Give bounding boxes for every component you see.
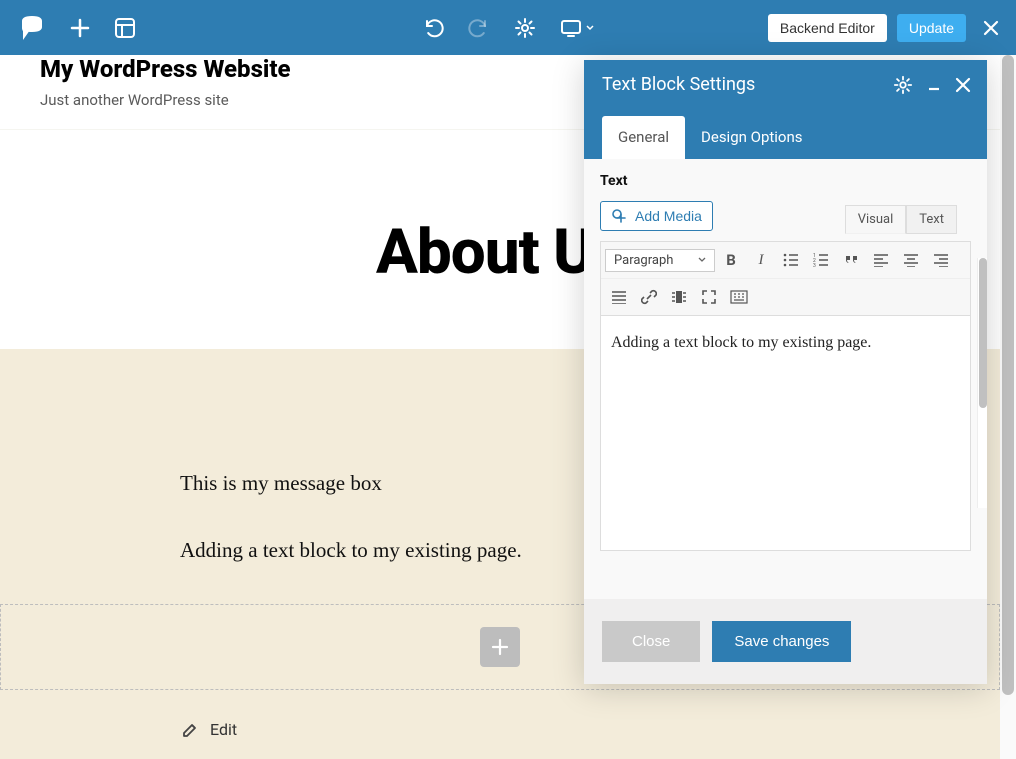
italic-icon[interactable]: I: [747, 246, 775, 274]
editor-textarea[interactable]: Adding a text block to my existing page.: [600, 316, 971, 551]
media-icon: [611, 208, 627, 224]
layout-template-icon[interactable]: [114, 17, 136, 39]
minimize-icon[interactable]: [927, 78, 941, 92]
bullet-list-icon[interactable]: [777, 246, 805, 274]
edit-icon[interactable]: [180, 720, 200, 740]
top-bar-left: [18, 15, 136, 41]
close-editor-icon[interactable]: [982, 19, 1000, 37]
settings-header[interactable]: Text Block Settings: [584, 60, 987, 109]
svg-text:3: 3: [813, 263, 816, 267]
settings-footer: Close Save changes: [584, 599, 987, 684]
top-bar-center: [422, 17, 594, 39]
chevron-down-icon: [698, 257, 706, 263]
panel-scrollbar[interactable]: [977, 258, 987, 508]
text-field-label: Text: [600, 173, 971, 189]
redo-icon: [468, 17, 490, 39]
align-left-icon[interactable]: [867, 246, 895, 274]
undo-icon[interactable]: [422, 17, 444, 39]
close-button[interactable]: Close: [602, 621, 700, 662]
logo-speech-icon[interactable]: [18, 15, 46, 41]
page-scrollbar[interactable]: [1000, 55, 1016, 759]
site-tagline: Just another WordPress site: [40, 91, 291, 109]
paragraph-format-select[interactable]: Paragraph: [605, 249, 715, 272]
settings-tabs: General Design Options: [584, 109, 987, 159]
edit-label[interactable]: Edit: [210, 720, 237, 739]
editor-mode-tabs: Visual Text: [845, 205, 957, 234]
gear-icon[interactable]: [514, 17, 536, 39]
editor-tab-visual[interactable]: Visual: [845, 205, 907, 234]
editor-toolbar: Paragraph B I 123: [600, 241, 971, 316]
top-bar: Backend Editor Update: [0, 0, 1016, 55]
fullscreen-icon[interactable]: [695, 283, 723, 311]
insert-image-icon[interactable]: [665, 283, 693, 311]
editor-tab-text[interactable]: Text: [906, 205, 957, 234]
add-element-button[interactable]: [480, 627, 520, 667]
site-title: My WordPress Website: [40, 55, 291, 83]
paragraph-select-label: Paragraph: [614, 253, 673, 268]
link-icon[interactable]: [635, 283, 663, 311]
ordered-list-icon[interactable]: 123: [807, 246, 835, 274]
settings-title: Text Block Settings: [602, 74, 755, 95]
backend-editor-button[interactable]: Backend Editor: [768, 14, 887, 42]
tab-design-options[interactable]: Design Options: [685, 116, 819, 159]
toolbar-toggle-icon[interactable]: [725, 283, 753, 311]
tab-general[interactable]: General: [602, 116, 685, 159]
settings-gear-icon[interactable]: [893, 75, 913, 95]
blockquote-icon[interactable]: [837, 246, 865, 274]
panel-scrollbar-thumb[interactable]: [979, 258, 987, 408]
add-media-label: Add Media: [635, 208, 702, 224]
update-button[interactable]: Update: [897, 14, 966, 42]
align-center-icon[interactable]: [897, 246, 925, 274]
responsive-preview-icon[interactable]: [560, 18, 594, 38]
text-block-settings-panel: Text Block Settings General Design Optio…: [584, 60, 987, 684]
bold-icon[interactable]: B: [717, 246, 745, 274]
add-media-button[interactable]: Add Media: [600, 201, 713, 231]
settings-body: Text Add Media Visual Text Paragraph B I: [584, 159, 987, 599]
save-changes-button[interactable]: Save changes: [712, 621, 851, 662]
add-icon[interactable]: [70, 18, 90, 38]
top-bar-right: Backend Editor Update: [768, 14, 1006, 42]
close-panel-icon[interactable]: [955, 77, 971, 93]
page-scrollbar-thumb[interactable]: [1002, 55, 1014, 695]
align-justify-icon[interactable]: [605, 283, 633, 311]
align-right-icon[interactable]: [927, 246, 955, 274]
